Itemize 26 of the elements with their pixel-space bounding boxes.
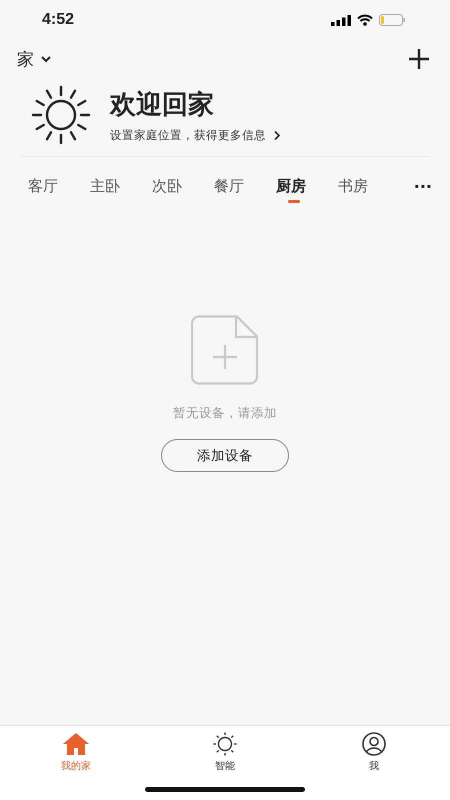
chevron-right-icon (273, 130, 281, 141)
status-time: 4:52 (42, 11, 74, 29)
empty-message: 暂无设备，请添加 (173, 405, 277, 422)
nav-item[interactable]: 我 (334, 726, 414, 774)
user-icon (360, 732, 388, 756)
room-tab[interactable]: 厨房 (266, 171, 328, 201)
add-device-button[interactable]: 添加设备 (161, 439, 289, 472)
house-icon (62, 732, 90, 756)
sun-icon (30, 84, 92, 146)
room-tab[interactable]: 客厅 (18, 171, 80, 201)
chevron-down-icon (40, 55, 52, 63)
room-tab[interactable]: 次卧 (142, 171, 204, 201)
room-tab[interactable]: 餐厅 (204, 171, 266, 201)
room-tab[interactable]: 书房 (328, 171, 390, 201)
signal-icon (331, 14, 351, 26)
nav-item[interactable]: 智能 (185, 726, 265, 774)
more-button[interactable]: ··· (414, 171, 432, 201)
sun-icon (211, 732, 239, 756)
battery-icon (379, 14, 406, 26)
wifi-icon (357, 14, 373, 26)
welcome-title: 欢迎回家 (110, 89, 215, 122)
home-selector[interactable]: 家 (17, 48, 52, 70)
room-tab[interactable]: 主卧 (80, 171, 142, 201)
location-link[interactable]: 设置家庭位置，获得更多信息 (110, 128, 281, 143)
empty-file-icon (191, 315, 259, 385)
add-icon[interactable] (408, 48, 430, 70)
